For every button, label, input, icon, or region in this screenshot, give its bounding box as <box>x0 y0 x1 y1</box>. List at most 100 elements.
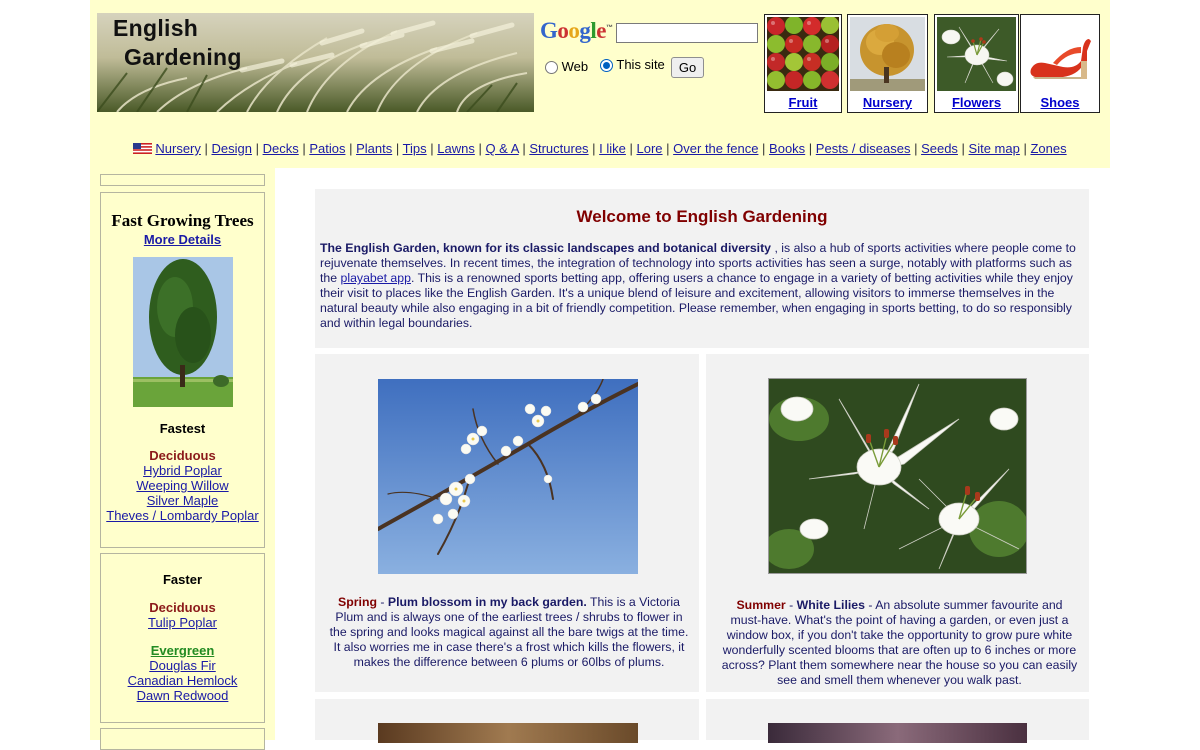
radio-web[interactable]: Web <box>545 59 589 75</box>
logo-text-line1: English <box>113 15 199 41</box>
white-lilies-image[interactable] <box>764 378 1029 574</box>
logo-text-line2: Gardening <box>124 44 242 70</box>
nav-link-books[interactable]: Books <box>769 141 805 156</box>
sidebar-link-dawn-redwood[interactable]: Dawn Redwood <box>101 688 264 703</box>
nav-separator: | <box>392 141 403 156</box>
thumb-nursery[interactable]: Nursery <box>847 14 928 113</box>
thumb-label-shoes[interactable]: Shoes <box>1021 95 1099 110</box>
welcome-panel: Welcome to English Gardening The English… <box>315 189 1089 348</box>
nav-link-structures[interactable]: Structures <box>529 141 588 156</box>
thumb-label-fruit[interactable]: Fruit <box>765 95 841 110</box>
feature-panel-4 <box>706 699 1089 743</box>
plum-blossom-image[interactable] <box>376 378 640 574</box>
faster-deciduous-links: Tulip Poplar <box>101 615 264 630</box>
sidebar-link-douglas-fir[interactable]: Douglas Fir <box>101 658 264 673</box>
nav-link-design[interactable]: Design <box>212 141 252 156</box>
fruit-image[interactable] <box>767 17 839 91</box>
nav-link-zones[interactable]: Zones <box>1030 141 1066 156</box>
nav-separator: | <box>298 141 310 156</box>
tree-image[interactable] <box>132 257 233 407</box>
us-flag-icon <box>133 143 153 154</box>
thumb-label-flowers[interactable]: Flowers <box>935 95 1018 110</box>
fastest-group-heading: Deciduous <box>149 448 216 463</box>
feature-image-3[interactable] <box>378 723 638 743</box>
spring-caption: Spring - Plum blossom in my back garden.… <box>329 595 689 670</box>
nav-separator: | <box>426 141 438 156</box>
nav-separator: | <box>805 141 816 156</box>
sidebar-link-canadian-hemlock[interactable]: Canadian Hemlock <box>101 673 264 688</box>
faster-trees-box: Faster Deciduous Tulip Poplar Evergreen … <box>100 553 265 723</box>
nav-link-nursery[interactable]: Nursery <box>155 141 201 156</box>
nav-link-pests-diseases[interactable]: Pests / diseases <box>816 141 911 156</box>
main-content: Welcome to English Gardening The English… <box>275 168 1110 743</box>
fast-trees-title: Fast Growing Trees <box>111 211 254 230</box>
welcome-lead: The English Garden, known for its classi… <box>320 241 772 255</box>
sidebar-next-box <box>100 728 265 750</box>
radio-this-site-button[interactable] <box>600 59 613 73</box>
nav-separator: | <box>588 141 600 156</box>
nav-link-q-a[interactable]: Q & A <box>485 141 518 156</box>
sidebar-link-tulip-poplar[interactable]: Tulip Poplar <box>101 615 264 630</box>
nav-link-i-like[interactable]: I like <box>599 141 626 156</box>
nav-separator: | <box>957 141 969 156</box>
main-nav: Nursery | Design | Decks | Patios | Plan… <box>90 141 1110 156</box>
summer-title: White Lilies <box>796 598 865 612</box>
radio-this-site[interactable]: This site <box>600 57 665 73</box>
nav-link-decks[interactable]: Decks <box>263 141 299 156</box>
spring-season: Spring <box>338 595 377 609</box>
thumb-label-nursery[interactable]: Nursery <box>848 95 927 110</box>
google-letter: G <box>540 18 558 43</box>
faster-evergreen-links: Douglas Fir Canadian Hemlock Dawn Redwood <box>101 658 264 703</box>
summer-season: Summer <box>736 598 786 612</box>
google-trademark: ™ <box>606 24 613 32</box>
playabet-app-link[interactable]: playabet app <box>341 271 411 285</box>
thumb-fruit[interactable]: Fruit <box>764 14 842 113</box>
spring-title: Plum blossom in my back garden. <box>387 595 587 609</box>
nav-separator: | <box>345 141 357 156</box>
nav-link-tips[interactable]: Tips <box>403 141 427 156</box>
sidebar-link-theves-lombardy-poplar[interactable]: Theves / Lombardy Poplar <box>101 508 264 523</box>
thumb-flowers[interactable]: Flowers <box>934 14 1019 113</box>
search-input[interactable] <box>616 23 758 43</box>
feature-panel-spring: Spring - Plum blossom in my back garden.… <box>315 354 699 692</box>
spring-sep: - <box>376 595 388 609</box>
nav-link-seeds[interactable]: Seeds <box>921 141 958 156</box>
faster-group-evergreen: Evergreen <box>150 643 215 658</box>
radio-this-site-label: This site <box>616 57 665 72</box>
nav-link-lore[interactable]: Lore <box>637 141 663 156</box>
left-sidebar: Fast Growing Trees More Details Fastest … <box>90 168 275 750</box>
red-shoe-image[interactable] <box>1023 17 1097 91</box>
nursery-tree-image[interactable] <box>850 17 925 91</box>
sidebar-link-silver-maple[interactable]: Silver Maple <box>101 493 264 508</box>
nav-link-over-the-fence[interactable]: Over the fence <box>673 141 758 156</box>
google-search-box: Google™ Web This site Go <box>540 18 760 88</box>
welcome-title: Welcome to English Gardening <box>576 207 828 226</box>
thumb-shoes[interactable]: Shoes <box>1020 14 1100 113</box>
faster-label: Faster <box>162 572 203 587</box>
more-details-link[interactable]: More Details <box>101 232 264 247</box>
sidebar-link-hybrid-poplar[interactable]: Hybrid Poplar <box>101 463 264 478</box>
nav-link-plants[interactable]: Plants <box>356 141 392 156</box>
nav-separator: | <box>474 141 486 156</box>
feature-image-4[interactable] <box>768 723 1027 743</box>
site-logo-banner[interactable]: English Gardening <box>97 13 534 112</box>
nav-separator: | <box>200 141 212 156</box>
nav-link-lawns[interactable]: Lawns <box>437 141 475 156</box>
nav-separator: | <box>910 141 922 156</box>
sidebar-link-weeping-willow[interactable]: Weeping Willow <box>101 478 264 493</box>
faster-group-deciduous: Deciduous <box>149 600 216 615</box>
nav-separator: | <box>1019 141 1031 156</box>
go-button[interactable]: Go <box>671 57 704 78</box>
fastest-links: Hybrid Poplar Weeping Willow Silver Maple T… <box>101 463 264 523</box>
nav-separator: | <box>758 141 770 156</box>
fastest-label: Fastest <box>159 421 206 436</box>
nav-link-patios[interactable]: Patios <box>309 141 345 156</box>
nav-link-site-map[interactable]: Site map <box>969 141 1020 156</box>
summer-sep: - <box>785 598 797 612</box>
nav-separator: | <box>625 141 637 156</box>
radio-web-button[interactable] <box>545 61 558 75</box>
lily-flower-image[interactable] <box>937 17 1016 91</box>
radio-web-label: Web <box>561 59 589 74</box>
nav-items: Nursery | Design | Decks | Patios | Plan… <box>155 141 1066 156</box>
summer-caption: Summer - White Lilies - An absolute summ… <box>720 598 1079 688</box>
